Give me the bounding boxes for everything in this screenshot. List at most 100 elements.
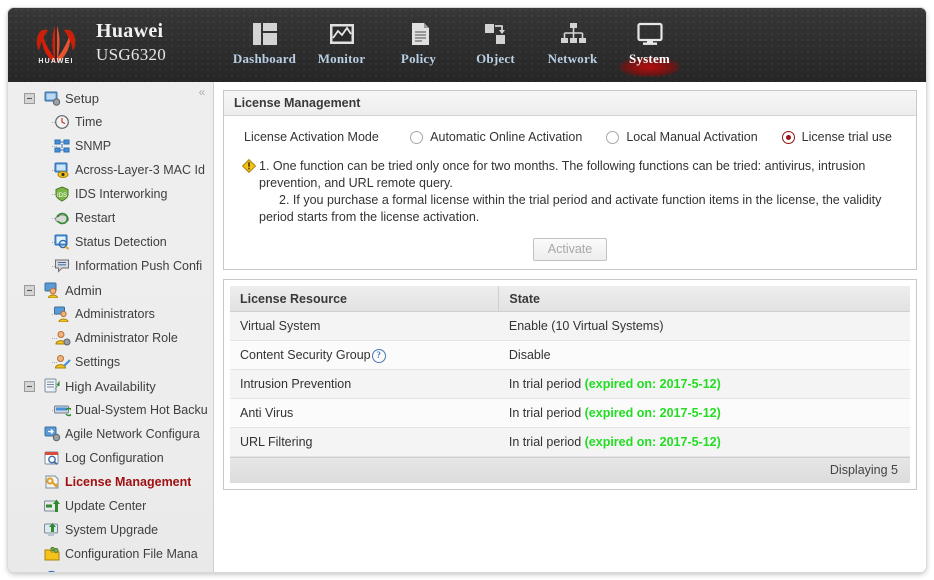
table-row[interactable]: Content Security Group? Disable <box>230 340 910 370</box>
sidebar-item-startup-wizard[interactable]: Startup Wizard <box>8 566 213 572</box>
state-text: In trial period <box>508 406 585 420</box>
sidebar-item-label: Restart <box>75 211 116 225</box>
sidebar-item-status-detection[interactable]: Status Detection <box>8 230 213 254</box>
license-resource-name: Anti Virus <box>240 406 294 420</box>
tree-collapse-icon[interactable] <box>24 285 35 296</box>
sidebar-item-label: SNMP <box>75 139 112 153</box>
cell-state: In trial period (expired on: 2017-5-12) <box>498 398 910 428</box>
expiry-badge: (expired on: 2017-5-12) <box>584 406 721 420</box>
cell-license-resource: Virtual System <box>230 311 499 341</box>
table-footer-count: Displaying 5 <box>230 457 910 483</box>
radio-button[interactable] <box>410 130 424 144</box>
sidebar-item-label: IDS Interworking <box>75 187 168 201</box>
table-header-row: License Resource State <box>230 286 910 312</box>
brand-model: USG6320 <box>96 45 167 64</box>
sidebar-item-system-upgrade[interactable]: System Upgrade <box>8 518 213 542</box>
notice-line-2: 2. If you purchase a formal license with… <box>259 193 882 224</box>
nav-item-label: Object <box>476 51 515 66</box>
nav-item-system[interactable]: System <box>611 18 688 77</box>
radio-button[interactable] <box>606 130 620 144</box>
expiry-badge: (expired on: 2017-5-12) <box>584 435 721 449</box>
content-area: License Management License Activation Mo… <box>214 82 926 572</box>
table-row[interactable]: Virtual System Enable (10 Virtual Systems… <box>230 311 910 341</box>
column-header-state[interactable]: State <box>498 286 910 312</box>
nav-item-label: Dashboard <box>232 51 297 66</box>
sidebar-item-restart[interactable]: Restart <box>8 206 213 230</box>
question-mark-icon[interactable]: ? <box>371 348 386 363</box>
radio-label: Local Manual Activation <box>626 130 758 144</box>
sidebar-item-label: Settings <box>75 355 121 369</box>
sidebar-item-label: Information Push Confi <box>75 259 203 273</box>
sidebar: « Setup Time SNMP Across-Layer-3 MAC Id IDS I… <box>8 82 214 572</box>
sidebar-item-information-push-confi[interactable]: Information Push Confi <box>8 254 213 278</box>
mac-identify-icon <box>54 162 71 178</box>
cell-license-resource: Anti Virus <box>230 398 499 428</box>
table-row[interactable]: URL Filtering In trial period (expired on… <box>230 427 910 457</box>
activate-button[interactable]: Activate <box>532 238 608 261</box>
sidebar-item-settings[interactable]: Settings <box>8 350 213 374</box>
nav-item-object[interactable]: Object <box>457 18 534 76</box>
cell-license-resource: URL Filtering <box>230 427 499 457</box>
sidebar-item-label: Log Configuration <box>65 451 164 465</box>
sidebar-item-ids-interworking[interactable]: IDS IDS Interworking <box>8 182 213 206</box>
sidebar-item-administrators[interactable]: Administrators <box>8 302 213 326</box>
sidebar-item-admin[interactable]: Admin <box>8 278 213 302</box>
brand-name: Huawei <box>96 20 164 42</box>
sidebar-item-label: Time <box>75 115 103 129</box>
sidebar-item-log-configuration[interactable]: Log Configuration <box>8 446 213 470</box>
nav-item-label: Monitor <box>317 51 366 66</box>
sidebar-item-setup[interactable]: Setup <box>8 86 213 110</box>
brand-logo-block: HUAWEI Huawei USG6320 <box>18 18 193 74</box>
sidebar-item-label: Administrators <box>75 307 155 321</box>
column-header-license-resource[interactable]: License Resource <box>230 286 499 312</box>
sidebar-item-administrator-role[interactable]: Administrator Role <box>8 326 213 350</box>
license-resource-panel: License Resource State Virtual System Ena… <box>223 279 917 490</box>
sidebar-item-snmp[interactable]: SNMP <box>8 134 213 158</box>
snmp-icon <box>54 138 71 154</box>
sidebar-item-label: Startup Wizard <box>65 571 148 572</box>
nav-item-monitor[interactable]: Monitor <box>303 18 380 76</box>
policy-document-icon <box>405 18 433 50</box>
sidebar-item-dual-system-hot-backu[interactable]: Dual-System Hot Backu <box>8 398 213 422</box>
activate-button-row: Activate <box>224 238 916 261</box>
page-title: License Management <box>224 91 916 116</box>
radio-option-local-manual-activation[interactable]: Local Manual Activation <box>606 130 758 144</box>
tree-collapse-icon[interactable] <box>24 381 35 392</box>
radio-option-automatic-online-activation[interactable]: Automatic Online Activation <box>410 130 582 144</box>
sidebar-item-agile-network-configura[interactable]: Agile Network Configura <box>8 422 213 446</box>
state-text: Enable (10 Virtual Systems) <box>508 319 664 333</box>
license-key-icon <box>44 474 61 490</box>
sidebar-item-label: High Availability <box>65 378 156 394</box>
nav-item-policy[interactable]: Policy <box>380 18 457 76</box>
main-navigation: Dashboard Monitor Policy Object Network Syste… <box>226 18 688 78</box>
sidebar-item-update-center[interactable]: Update Center <box>8 494 213 518</box>
table-row[interactable]: Intrusion Prevention In trial period (exp… <box>230 369 910 399</box>
activation-mode-row: License Activation Mode Automatic Online… <box>224 126 916 148</box>
nav-item-label: Policy <box>400 51 437 66</box>
high-availability-icon <box>44 378 61 394</box>
radio-option-license-trial-use[interactable]: License trial use <box>781 130 892 144</box>
radio-button[interactable] <box>781 130 795 144</box>
activation-mode-label: License Activation Mode <box>244 130 379 144</box>
notice-line-1: 1. One function can be tried only once f… <box>259 159 866 190</box>
state-text: In trial period <box>508 435 585 449</box>
sidebar-item-configuration-file-mana[interactable]: Configuration File Mana <box>8 542 213 566</box>
nav-item-dashboard[interactable]: Dashboard <box>226 18 303 76</box>
sidebar-item-label: Dual-System Hot Backu <box>75 403 208 417</box>
system-display-icon <box>636 18 664 50</box>
sidebar-item-time[interactable]: Time <box>8 110 213 134</box>
configuration-file-icon <box>44 546 61 562</box>
nav-item-network[interactable]: Network <box>534 18 611 76</box>
table-row[interactable]: Anti Virus In trial period (expired on: 2… <box>230 398 910 428</box>
application-window: HUAWEI Huawei USG6320 Dashboard Monitor Po… <box>8 8 926 572</box>
tree-collapse-icon[interactable] <box>24 93 35 104</box>
svg-text:IDS: IDS <box>57 193 67 199</box>
sidebar-item-across-layer-3-mac-id[interactable]: Across-Layer-3 MAC Id <box>8 158 213 182</box>
log-configuration-icon <box>44 450 61 466</box>
warning-diamond-icon <box>241 158 257 174</box>
admin-icon <box>44 282 61 299</box>
sidebar-item-high-availability[interactable]: High Availability <box>8 374 213 398</box>
restart-icon <box>54 210 71 226</box>
sidebar-item-license-management[interactable]: License Management <box>8 470 213 494</box>
cell-state: In trial period (expired on: 2017-5-12) <box>498 427 910 457</box>
